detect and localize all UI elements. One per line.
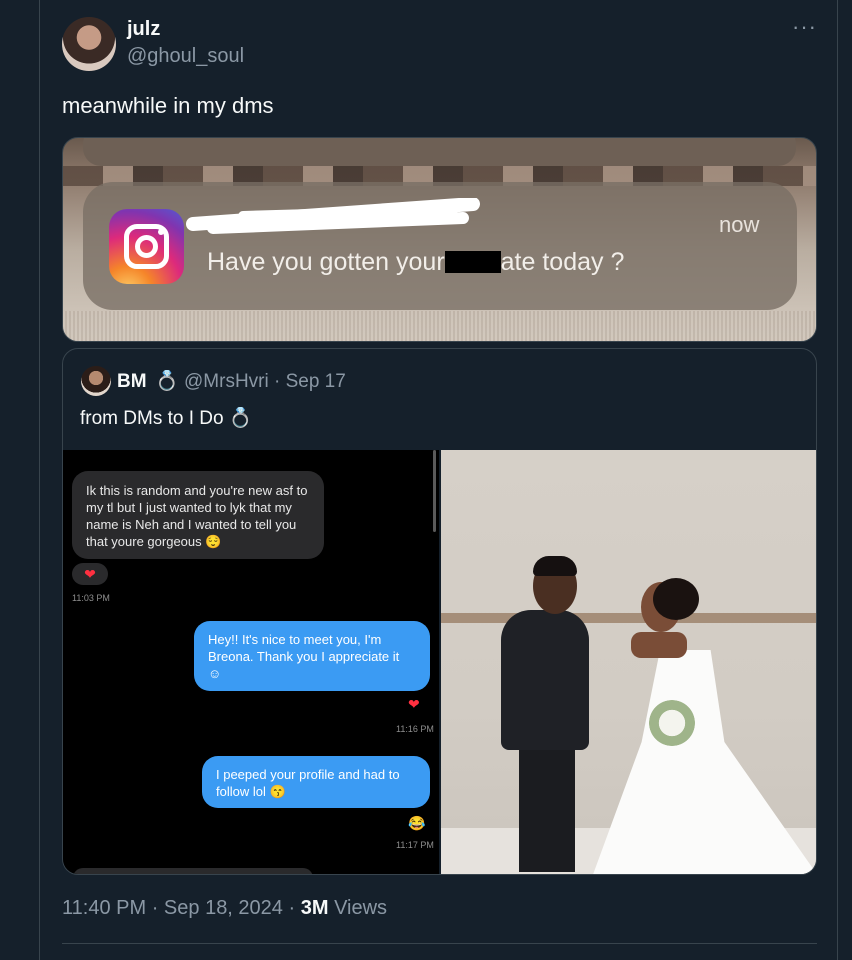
image-background-bottom [63, 311, 816, 341]
column-border-left [39, 0, 40, 960]
notification-message: Have you gotten your ate today ? [207, 248, 625, 276]
laughing-emoji-icon: 😂 [408, 815, 426, 831]
bride-figure [653, 578, 699, 620]
tweet-time[interactable]: 11:40 PM [62, 897, 146, 919]
groom-figure [519, 746, 575, 872]
image-background-band [83, 138, 796, 166]
instagram-icon [109, 209, 184, 284]
author-avatar[interactable] [62, 17, 116, 71]
tweet-date[interactable]: Sep 18, 2024 [164, 897, 283, 919]
outgoing-message-bubble: Hey!! It's nice to meet you, I'm Breona.… [194, 621, 430, 691]
groom-figure [501, 610, 589, 750]
quoted-image-dm-screenshot[interactable]: Ik this is random and you're new asf to … [63, 450, 439, 874]
tweet-text: meanwhile in my dms [62, 93, 274, 118]
author-name[interactable]: julz [127, 18, 160, 41]
column-border-right [837, 0, 838, 960]
wall-rail [441, 613, 816, 623]
message-timestamp: 11:03 PM [72, 593, 110, 603]
message-timestamp: 11:17 PM [396, 840, 434, 850]
dm-scrollbar [433, 450, 436, 532]
ring-emoji-icon: 💍 [228, 408, 253, 429]
quoted-author-name: BM [117, 371, 147, 392]
incoming-message-bubble: Ik this is random and you're new asf to … [72, 471, 324, 559]
quoted-image-wedding-photo[interactable] [441, 450, 816, 874]
tweet-image-notification[interactable]: now Have you gotten your ate today ? [62, 137, 817, 342]
quoted-tweet[interactable]: BM 💍 @MrsHvri · Sep 17 from DMs to I Do … [62, 348, 817, 875]
quoted-author-avatar [81, 366, 111, 396]
outgoing-message-bubble: I peeped your profile and had to follow … [202, 756, 430, 808]
notification-time: now [719, 212, 760, 237]
tweet-metadata: 11:40 PM · Sep 18, 2024 · 3M Views [62, 897, 388, 919]
quoted-handle-date: @MrsHvri · Sep 17 [184, 371, 346, 392]
ring-emoji-icon: 💍 [155, 371, 179, 392]
divider [62, 943, 817, 944]
redaction-box [444, 251, 501, 273]
more-options-icon[interactable]: ··· [792, 14, 817, 40]
author-handle[interactable]: @ghoul_soul [127, 45, 244, 68]
views-count: 3M [300, 897, 329, 919]
redaction-scribble [186, 198, 480, 234]
bouquet [649, 700, 695, 746]
heart-reaction-icon: ❤ [72, 563, 108, 585]
views-label: Views [328, 897, 388, 919]
heart-reaction-icon: ❤ [408, 696, 420, 712]
message-timestamp: 11:16 PM [396, 724, 434, 734]
message-bubble-partial [73, 868, 313, 874]
bride-figure [631, 632, 687, 658]
quoted-tweet-text: from DMs to I Do 💍 [80, 408, 253, 429]
groom-figure [533, 556, 577, 576]
bride-figure [591, 650, 816, 874]
instagram-notification-banner: now Have you gotten your ate today ? [83, 182, 797, 310]
